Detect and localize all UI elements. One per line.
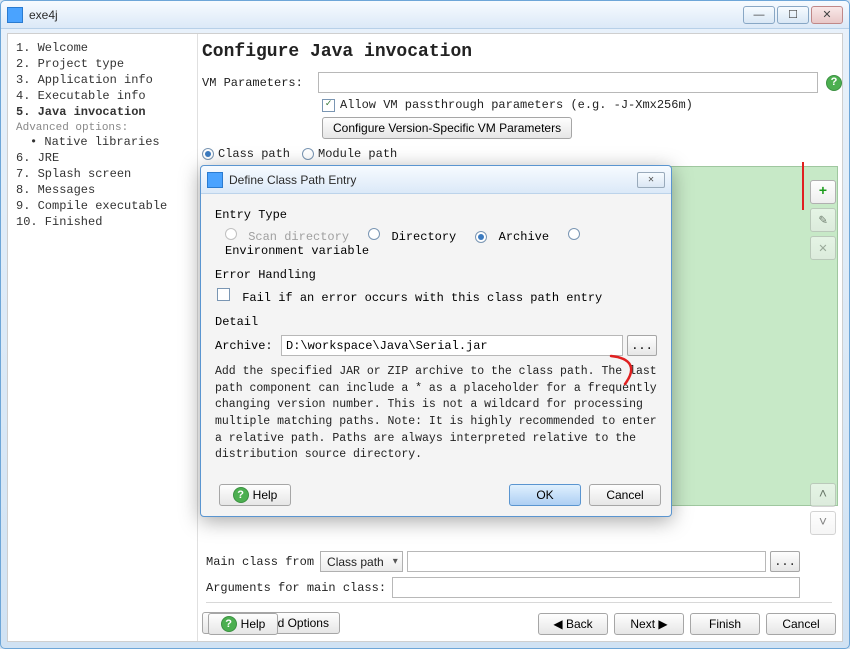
maximize-button[interactable]: ☐: [777, 6, 809, 24]
entry-type-env-radio[interactable]: [568, 228, 580, 240]
step-finished[interactable]: 10. Finished: [16, 214, 189, 230]
advanced-native-libraries[interactable]: • Native libraries: [16, 134, 189, 150]
archive-field-label: Archive:: [215, 339, 281, 353]
modulepath-radio[interactable]: [302, 148, 314, 160]
cancel-button[interactable]: Cancel: [766, 613, 836, 635]
dialog-help-label: Help: [253, 488, 278, 502]
error-handling-label: Error Handling: [215, 268, 657, 282]
add-entry-button[interactable]: +: [810, 180, 836, 204]
args-label: Arguments for main class:: [206, 581, 392, 595]
step-application-info[interactable]: 3. Application info: [16, 72, 189, 88]
fail-on-error-checkbox[interactable]: [217, 288, 230, 301]
help-button[interactable]: ? Help: [208, 613, 278, 635]
wizard-footer: ? Help ◀ Back Next ▶ Finish Cancel: [202, 613, 836, 635]
dialog-title: Define Class Path Entry: [229, 173, 356, 187]
next-button[interactable]: Next ▶: [614, 613, 684, 635]
window-title: exe4j: [29, 8, 58, 22]
step-executable-info[interactable]: 4. Executable info: [16, 88, 189, 104]
classpath-radio[interactable]: [202, 148, 214, 160]
entry-type-scan-radio: [225, 228, 237, 240]
main-class-label: Main class from: [206, 555, 314, 569]
dialog-ok-button[interactable]: OK: [509, 484, 581, 506]
help-button-label: Help: [241, 617, 266, 631]
vm-params-label: VM Parameters:: [202, 76, 318, 90]
app-icon: [7, 7, 23, 23]
entry-type-label: Entry Type: [215, 208, 657, 222]
archive-description: Add the specified JAR or ZIP archive to …: [215, 364, 657, 464]
step-java-invocation[interactable]: 5. Java invocation: [16, 104, 189, 120]
allow-passthrough-checkbox[interactable]: [322, 99, 335, 112]
main-class-browse-button[interactable]: ...: [770, 551, 800, 572]
dialog-icon: [207, 172, 223, 188]
back-button[interactable]: ◀ Back: [538, 613, 608, 635]
entry-type-directory-radio[interactable]: [368, 228, 380, 240]
configure-version-specific-button[interactable]: Configure Version-Specific VM Parameters: [322, 117, 572, 139]
main-class-input[interactable]: [407, 551, 766, 572]
step-compile-executable[interactable]: 9. Compile executable: [16, 198, 189, 214]
advanced-options-label: Advanced options:: [16, 120, 189, 134]
finish-button[interactable]: Finish: [690, 613, 760, 635]
dialog-help-button[interactable]: ? Help: [219, 484, 291, 506]
allow-passthrough-label: Allow VM passthrough parameters (e.g. -J…: [340, 98, 693, 112]
dialog-footer: ? Help OK Cancel: [211, 484, 661, 506]
step-project-type[interactable]: 2. Project type: [16, 56, 189, 72]
fail-on-error-label: Fail if an error occurs with this class …: [242, 291, 602, 305]
dialog-titlebar[interactable]: Define Class Path Entry ✕: [201, 166, 671, 194]
wizard-sidebar: exe4j 1. Welcome 2. Project type 3. Appl…: [8, 34, 198, 641]
close-button[interactable]: ✕: [811, 6, 843, 24]
step-splash-screen[interactable]: 7. Splash screen: [16, 166, 189, 182]
minimize-button[interactable]: —: [743, 6, 775, 24]
classpath-list-toolbar: + ✎ ✕: [810, 180, 836, 260]
entry-type-directory-label[interactable]: Directory: [391, 230, 456, 244]
define-classpath-entry-dialog: Define Class Path Entry ✕ Entry Type Sca…: [200, 165, 672, 517]
step-messages[interactable]: 8. Messages: [16, 182, 189, 198]
page-title: Configure Java invocation: [202, 42, 842, 62]
entry-type-archive-label[interactable]: Archive: [499, 230, 549, 244]
entry-type-env-label[interactable]: Environment variable: [225, 244, 369, 258]
classpath-radio-label[interactable]: Class path: [218, 147, 290, 161]
entry-type-archive-radio[interactable]: [475, 231, 487, 243]
modulepath-radio-label[interactable]: Module path: [318, 147, 397, 161]
help-icon: ?: [233, 487, 249, 503]
vm-params-input[interactable]: [318, 72, 818, 93]
step-jre[interactable]: 6. JRE: [16, 150, 189, 166]
dialog-cancel-button[interactable]: Cancel: [589, 484, 661, 506]
archive-browse-button[interactable]: ...: [627, 335, 657, 356]
help-icon: ?: [221, 616, 237, 632]
classpath-reorder-toolbar: ˄ ˅: [810, 483, 836, 535]
vm-params-help-icon[interactable]: ?: [826, 75, 842, 91]
entry-type-scan-label: Scan directory: [248, 230, 349, 244]
move-up-button[interactable]: ˄: [810, 483, 836, 507]
move-down-button[interactable]: ˅: [810, 511, 836, 535]
main-args-input[interactable]: [392, 577, 800, 598]
titlebar[interactable]: exe4j — ☐ ✕: [1, 1, 849, 29]
annotation-mark: [802, 162, 804, 210]
dialog-close-button[interactable]: ✕: [637, 172, 665, 188]
delete-entry-button[interactable]: ✕: [810, 236, 836, 260]
main-class-from-select[interactable]: Class path: [320, 551, 403, 572]
edit-entry-button[interactable]: ✎: [810, 208, 836, 232]
archive-path-input[interactable]: [281, 335, 623, 356]
detail-label: Detail: [215, 315, 657, 329]
step-welcome[interactable]: 1. Welcome: [16, 40, 189, 56]
